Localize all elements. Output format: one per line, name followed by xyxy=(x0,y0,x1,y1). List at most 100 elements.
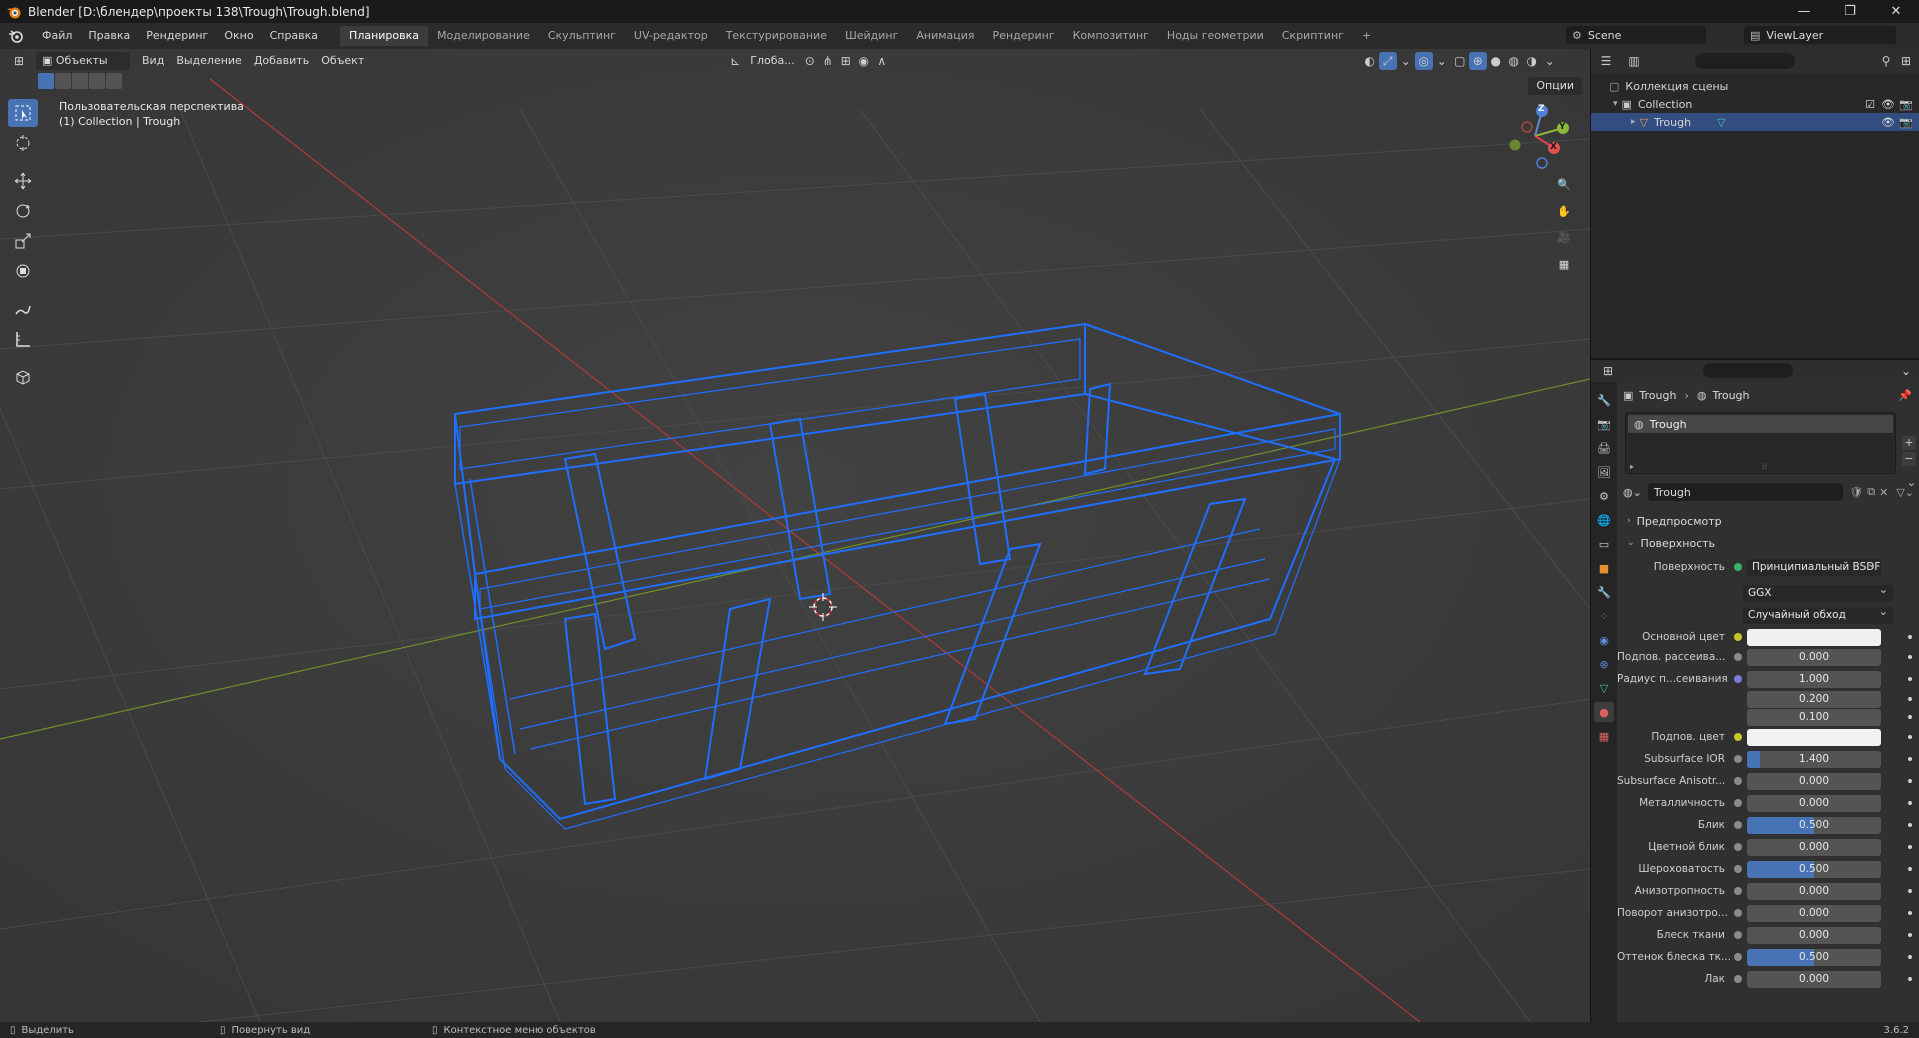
navigation-gizmo[interactable]: Z Y X xyxy=(1500,101,1570,171)
keyframe-dot-icon[interactable] xyxy=(1908,635,1912,639)
value-slider[interactable]: 0.000 xyxy=(1747,882,1881,900)
measure-tool[interactable] xyxy=(8,325,38,353)
tab-modeling[interactable]: Моделирование xyxy=(428,26,539,46)
keyframe-dot-icon[interactable] xyxy=(1908,801,1912,805)
duplicate-material-icon[interactable]: ⧉ xyxy=(1867,485,1875,499)
tab-uv-editing[interactable]: UV-редактор xyxy=(625,26,717,46)
select-box-tool[interactable] xyxy=(8,99,38,127)
value-slider[interactable]: 0.000 xyxy=(1747,970,1881,988)
pin-icon[interactable]: 📌 xyxy=(1898,389,1912,402)
collection-render-icon[interactable]: 📷 xyxy=(1899,98,1913,111)
gizmo-toggle-icon[interactable]: ⤢ xyxy=(1378,52,1397,70)
outliner-editor-icon[interactable]: ☰ xyxy=(1597,52,1615,70)
material-name-field[interactable]: Trough xyxy=(1647,483,1844,501)
scene-tab-icon[interactable]: ⚙ xyxy=(1594,486,1614,506)
browse-material-icon[interactable]: ◍⌄ xyxy=(1623,486,1642,499)
view-layer-selector[interactable]: ▤ ViewLayer xyxy=(1744,26,1896,44)
menu-file[interactable]: Файл xyxy=(34,26,80,46)
3d-viewport[interactable]: ⊞ ▣ Объекты Вид Выделение Добавить Объек… xyxy=(0,49,1590,1022)
value-slider[interactable]: 0.100 xyxy=(1747,708,1881,726)
menu-render[interactable]: Рендеринг xyxy=(138,26,216,46)
keyframe-dot-icon[interactable] xyxy=(1908,757,1912,761)
menu-window[interactable]: Окно xyxy=(216,26,261,46)
keyframe-dot-icon[interactable] xyxy=(1908,655,1912,659)
keyframe-dot-icon[interactable] xyxy=(1908,697,1912,701)
select-extend-icon[interactable] xyxy=(55,73,71,89)
slot-resize-handle-icon[interactable]: ⁞⁞ xyxy=(1762,462,1767,471)
new-collection-icon[interactable]: ⊞ xyxy=(1897,52,1915,70)
unlink-material-icon[interactable]: ✕ xyxy=(1879,486,1888,499)
physics-tab-icon[interactable]: ◉ xyxy=(1594,630,1614,650)
preview-panel-header[interactable]: › Предпросмотр xyxy=(1617,510,1919,532)
visibility-icon[interactable]: ◐ xyxy=(1361,52,1379,70)
tab-layout[interactable]: Планировка xyxy=(340,26,429,46)
viewport-menu-view[interactable]: Вид xyxy=(136,52,170,70)
value-slider[interactable]: 0.000 xyxy=(1747,794,1881,812)
expand-object-icon[interactable]: ▸ xyxy=(1631,117,1636,127)
tab-geometry-nodes[interactable]: Ноды геометрии xyxy=(1158,26,1273,46)
keyframe-dot-icon[interactable] xyxy=(1908,867,1912,871)
view-layer-tab-icon[interactable]: 🖼 xyxy=(1594,462,1614,482)
keyframe-dot-icon[interactable] xyxy=(1908,933,1912,937)
tab-animation[interactable]: Анимация xyxy=(907,26,983,46)
transform-tool[interactable] xyxy=(8,257,38,285)
add-slot-button[interactable]: + xyxy=(1902,436,1916,450)
add-workspace-button[interactable]: + xyxy=(1353,26,1380,46)
close-button[interactable]: ✕ xyxy=(1873,0,1919,23)
surface-shader-selector[interactable]: Принципиальный BSDF xyxy=(1747,558,1881,576)
world-tab-icon[interactable]: 🌐 xyxy=(1594,510,1614,530)
value-slider[interactable]: 0.000 xyxy=(1747,648,1881,666)
fake-user-icon[interactable]: 🛡 xyxy=(1849,486,1863,499)
subsurface-method-dropdown[interactable]: Случайный обход xyxy=(1743,606,1893,624)
transform-orientation-dropdown[interactable]: Глоба... xyxy=(744,52,800,70)
viewport-menu-select[interactable]: Выделение xyxy=(170,52,248,70)
shading-dropdown-icon[interactable]: ⌄ xyxy=(1541,52,1559,70)
mode-dropdown[interactable]: ▣ Объекты xyxy=(36,52,130,70)
zoom-icon[interactable]: 🔍 xyxy=(1553,173,1575,195)
remove-slot-button[interactable]: − xyxy=(1902,452,1916,466)
keyframe-dot-icon[interactable] xyxy=(1908,977,1912,981)
camera-view-icon[interactable]: 🎥 xyxy=(1553,226,1575,248)
maximize-button[interactable]: ❐ xyxy=(1827,0,1873,23)
scale-tool[interactable] xyxy=(8,227,38,255)
outliner-row-trough[interactable]: ▸ ▽ Trough ▽ 👁 📷 xyxy=(1591,113,1919,131)
modifier-tab-icon[interactable]: 🔧 xyxy=(1594,582,1614,602)
move-tool[interactable] xyxy=(8,167,38,195)
keyframe-dot-icon[interactable] xyxy=(1908,715,1912,719)
add-cube-tool[interactable] xyxy=(8,363,38,391)
slot-expand-icon[interactable]: ▸ xyxy=(1630,462,1634,471)
keyframe-dot-icon[interactable] xyxy=(1908,823,1912,827)
properties-editor-icon[interactable]: ⊞ xyxy=(1599,362,1617,380)
viewport-menu-object[interactable]: Объект xyxy=(315,52,370,70)
rotate-tool[interactable] xyxy=(8,197,38,225)
select-new-icon[interactable] xyxy=(38,73,54,89)
render-tab-icon[interactable]: 📷 xyxy=(1594,414,1614,434)
outliner-search-input[interactable] xyxy=(1695,53,1795,69)
menu-edit[interactable]: Правка xyxy=(80,26,138,46)
particles-tab-icon[interactable]: ⁘ xyxy=(1594,606,1614,626)
menu-help[interactable]: Справка xyxy=(262,26,326,46)
options-button[interactable]: Опции xyxy=(1528,77,1582,95)
collection-visibility-icon[interactable]: 👁 xyxy=(1881,98,1895,111)
gizmo-dropdown-icon[interactable]: ⌄ xyxy=(1397,52,1415,70)
proportional-edit-icon[interactable]: ◉ xyxy=(855,52,873,70)
filter-icon[interactable]: ⚲ xyxy=(1877,52,1895,70)
object-visibility-icon[interactable]: 👁 xyxy=(1881,116,1895,129)
perspective-grid-icon[interactable]: ▦ xyxy=(1553,253,1575,275)
snap-icon[interactable]: ⋔ xyxy=(819,52,837,70)
display-mode-icon[interactable]: ▥ xyxy=(1625,52,1643,70)
viewport-menu-add[interactable]: Добавить xyxy=(248,52,315,70)
solid-shading-icon[interactable]: ● xyxy=(1487,52,1505,70)
select-invert-icon[interactable] xyxy=(89,73,105,89)
distribution-dropdown[interactable]: GGX xyxy=(1743,584,1893,602)
data-tab-icon[interactable]: ▽ xyxy=(1594,678,1614,698)
properties-search-input[interactable] xyxy=(1703,363,1793,378)
cursor-tool[interactable] xyxy=(8,129,38,157)
tab-sculpting[interactable]: Скульптинг xyxy=(539,26,625,46)
material-tab-icon[interactable]: ● xyxy=(1594,702,1614,722)
surface-panel-header[interactable]: ⌄ Поверхность xyxy=(1617,532,1919,554)
minimize-button[interactable]: — xyxy=(1781,0,1827,23)
slot-specials-icon[interactable]: ⌄ xyxy=(1907,476,1916,489)
collection-tab-icon[interactable]: ▭ xyxy=(1594,534,1614,554)
select-intersect-icon[interactable] xyxy=(106,73,122,89)
